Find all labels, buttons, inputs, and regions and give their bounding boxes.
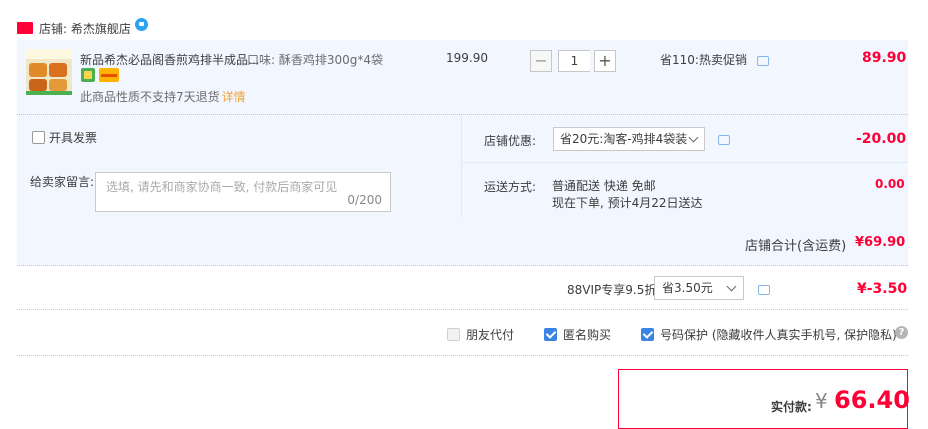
promotion-label: 省110:热卖促销: [660, 51, 769, 68]
decrease-quantity-button[interactable]: −: [530, 50, 552, 72]
quantity-input[interactable]: 1: [558, 50, 590, 72]
store-discount-select[interactable]: 省20元:淘客-鸡排4袋装: [553, 127, 705, 151]
vip-discount-amount: ¥-3.50: [857, 281, 908, 297]
store-header: 店铺: 希杰旗舰店: [17, 17, 148, 38]
order-options-panel: 开具发票 给卖家留言: 选填, 请先和商家协商一致, 付款后商家可见 0/200…: [17, 114, 908, 219]
chevron-down-icon: [726, 281, 737, 292]
invoice-label: 开具发票: [49, 131, 98, 145]
vip-discount-select[interactable]: 省3.50元: [654, 276, 744, 300]
number-protection-option[interactable]: 号码保护 (隐藏收件人真实手机号, 保护隐私): [641, 326, 897, 343]
store-discount-label: 店铺优惠:: [484, 134, 537, 148]
shipping-label: 运送方式:: [484, 180, 537, 194]
store-discount-amount: -20.00: [856, 131, 907, 147]
memo-label: 给卖家留言:: [30, 175, 95, 189]
product-thumbnail[interactable]: [26, 49, 72, 95]
service-badge-icon: [81, 68, 95, 82]
memo-char-count: 0/200: [347, 193, 382, 207]
return-policy-note: 此商品性质不支持7天退货 详情: [80, 88, 246, 105]
cart-item-row: 新品希杰必品阁香煎鸡排半成品... 口味: 酥香鸡排300g*4袋 此商品性质不…: [17, 40, 908, 114]
payment-summary: 实付款: ¥ 66.40: [618, 369, 910, 429]
message-icon[interactable]: [758, 285, 770, 295]
store-name[interactable]: 店铺: 希杰旗舰店: [39, 20, 131, 37]
store-total-row: 店铺合计(含运费) ¥69.90: [17, 218, 908, 266]
divider: [461, 115, 462, 219]
anonymous-purchase-label: 匿名购买: [563, 328, 612, 342]
store-total-label: 店铺合计(含运费): [745, 239, 847, 254]
number-protection-checkbox[interactable]: [641, 328, 654, 341]
friend-pay-option[interactable]: 朋友代付: [447, 326, 514, 343]
return-policy-link[interactable]: 详情: [222, 90, 246, 104]
item-total: 89.90: [862, 50, 907, 66]
return-policy-text: 此商品性质不支持7天退货: [80, 90, 220, 104]
invoice-checkbox[interactable]: [32, 131, 45, 144]
chat-icon[interactable]: [134, 17, 148, 31]
anonymous-purchase-option[interactable]: 匿名购买: [544, 326, 611, 343]
shipping-eta: 现在下单, 预计4月22日送达: [552, 196, 703, 210]
quantity-stepper: − 1 +: [530, 50, 616, 72]
payment-amount: 66.40: [834, 386, 910, 414]
tmall-logo-icon: [17, 22, 33, 34]
number-protection-label: 号码保护 (隐藏收件人真实手机号, 保护隐私): [660, 328, 897, 342]
friend-pay-checkbox[interactable]: [447, 328, 460, 341]
message-icon[interactable]: [718, 135, 730, 145]
shipping-method: 普通配送 快递 免邮: [552, 179, 656, 193]
unit-price: 199.90: [446, 51, 488, 65]
currency-symbol: ¥: [815, 389, 828, 413]
help-icon[interactable]: ?: [895, 326, 908, 339]
invoice-option[interactable]: 开具发票: [32, 129, 97, 146]
payment-label: 实付款:: [771, 400, 812, 414]
store-discount-value: 省20元:淘客-鸡排4袋装: [560, 132, 688, 146]
message-icon[interactable]: [756, 56, 769, 66]
divider: [461, 162, 908, 163]
friend-pay-label: 朋友代付: [466, 328, 515, 342]
shipping-fee: 0.00: [875, 177, 905, 191]
vip-discount-row: 88VIP专享9.5折 省3.50元 ¥-3.50: [17, 266, 908, 310]
store-total-value: ¥69.90: [855, 235, 906, 250]
increase-quantity-button[interactable]: +: [594, 50, 616, 72]
vip-discount-label: 88VIP专享9.5折: [567, 283, 657, 297]
anonymous-purchase-checkbox[interactable]: [544, 328, 557, 341]
card-badge-icon: [99, 68, 119, 82]
chevron-down-icon: [688, 132, 699, 143]
promotion-text: 省110:热卖促销: [660, 53, 747, 67]
product-spec: 口味: 酥香鸡排300g*4袋: [247, 53, 384, 67]
product-title[interactable]: 新品希杰必品阁香煎鸡排半成品...: [80, 51, 259, 68]
seller-message-textarea[interactable]: 选填, 请先和商家协商一致, 付款后商家可见 0/200: [95, 172, 391, 212]
vip-discount-value: 省3.50元: [662, 281, 713, 295]
order-flags-row: 朋友代付 匿名购买 号码保护 (隐藏收件人真实手机号, 保护隐私) ?: [17, 310, 908, 356]
memo-placeholder: 选填, 请先和商家协商一致, 付款后商家可见: [106, 180, 338, 194]
